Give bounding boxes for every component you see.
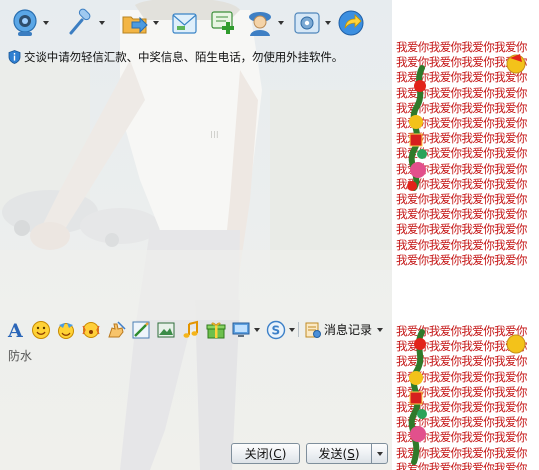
dropdown-arrow-icon[interactable] xyxy=(153,21,159,25)
gift-button[interactable] xyxy=(206,319,226,340)
side-decoration-bottom: 我爱你我爱你我爱你我爱你 我爱你我爱你我爱你我爱你 我爱你我爱你我爱你我爱你 我爱你我… xyxy=(392,322,539,470)
svg-text:A: A xyxy=(7,320,23,340)
send-file-button[interactable] xyxy=(120,7,159,39)
dropdown-arrow-icon[interactable] xyxy=(278,21,284,25)
dropdown-arrow-icon[interactable] xyxy=(43,21,49,25)
input-toolbar: A S 消息记录 xyxy=(0,317,392,342)
remote-assist-button[interactable] xyxy=(245,7,284,39)
message-input[interactable]: 防水 xyxy=(2,343,390,438)
christmas-garland-decoration xyxy=(408,329,526,465)
share-button[interactable] xyxy=(336,7,366,39)
monitor-icon xyxy=(232,322,250,337)
screen-share-button[interactable] xyxy=(231,319,260,340)
gift-icon xyxy=(206,322,226,338)
folder-transfer-icon xyxy=(122,16,148,34)
warning-text: 交谈中请勿轻信汇款、中奖信息、陌生电话，勿使用外挂软件。 xyxy=(24,50,344,64)
share-arrow-icon xyxy=(338,10,364,36)
microphone-icon xyxy=(69,8,91,35)
dropdown-arrow-icon[interactable] xyxy=(254,327,260,332)
video-call-button[interactable] xyxy=(10,7,49,39)
close-label-end: ) xyxy=(281,446,287,461)
chevron-down-icon xyxy=(376,451,383,456)
magic-face-icon xyxy=(58,322,74,339)
message-log-icon xyxy=(305,322,321,338)
shake-face-icon xyxy=(82,321,100,338)
shield-info-icon xyxy=(8,50,21,64)
more-button[interactable]: S xyxy=(266,319,295,340)
bottom-bar: 关闭(C) 发送(S) xyxy=(0,438,392,470)
send-shortcut: S xyxy=(347,446,355,461)
security-warning: 交谈中请勿轻信汇款、中奖信息、陌生电话，勿使用外挂软件。 xyxy=(8,49,343,65)
magic-emoji-button[interactable] xyxy=(56,319,76,340)
music-note-icon xyxy=(183,320,198,338)
message-input-text[interactable]: 防水 xyxy=(8,347,32,364)
send-email-button[interactable] xyxy=(170,7,200,39)
toolbar-separator xyxy=(298,322,299,337)
close-label: 关闭( xyxy=(244,447,274,461)
smiley-icon xyxy=(32,320,50,339)
music-button[interactable] xyxy=(181,319,201,340)
screenshot-button[interactable] xyxy=(131,319,151,340)
send-options-button[interactable] xyxy=(371,443,388,464)
add-chat-icon xyxy=(211,11,234,34)
message-log-label: 消息记录 xyxy=(324,323,373,337)
send-button[interactable]: 发送(S) xyxy=(306,443,372,464)
emoji-button[interactable] xyxy=(31,319,51,340)
voice-call-button[interactable] xyxy=(66,7,105,39)
svg-text:S: S xyxy=(272,323,281,337)
top-toolbar xyxy=(0,0,392,46)
create-group-button[interactable] xyxy=(208,7,238,39)
close-button[interactable]: 关闭(C) xyxy=(231,443,300,464)
email-icon xyxy=(172,13,197,34)
chat-window: III 交谈中请勿轻信汇款、中奖信息、陌生电话，勿使用外挂软件。 A S 消息记… xyxy=(0,0,392,470)
send-image-button[interactable] xyxy=(156,319,176,340)
close-shortcut: C xyxy=(273,446,282,461)
apps-button[interactable] xyxy=(292,7,331,39)
message-history[interactable] xyxy=(0,68,392,316)
send-label: 发送( xyxy=(318,447,348,461)
user-assist-icon xyxy=(249,12,271,36)
dropdown-arrow-icon[interactable] xyxy=(325,21,331,25)
dropdown-arrow-icon[interactable] xyxy=(377,327,384,332)
scissors-pencil-icon xyxy=(132,321,150,338)
christmas-garland-decoration xyxy=(407,54,526,191)
side-decoration-top: 我爱你我爱你我爱你我爱你 我爱你我爱你我爱你我爱你 我爱你我爱你我爱你我爱你 我爱你我… xyxy=(392,38,539,266)
apps-icon xyxy=(294,12,320,34)
font-a-icon: A xyxy=(7,320,23,340)
image-icon xyxy=(157,322,175,337)
hand-write-icon xyxy=(108,320,126,337)
font-button[interactable]: A xyxy=(7,319,25,340)
gesture-button[interactable] xyxy=(106,319,126,340)
shake-button[interactable] xyxy=(81,319,101,340)
circle-s-icon: S xyxy=(266,320,286,339)
send-label-end: ) xyxy=(354,446,360,461)
message-log-button[interactable]: 消息记录 xyxy=(302,320,386,339)
dropdown-arrow-icon[interactable] xyxy=(99,21,105,25)
dropdown-arrow-icon[interactable] xyxy=(289,327,295,332)
webcam-icon xyxy=(13,9,37,36)
